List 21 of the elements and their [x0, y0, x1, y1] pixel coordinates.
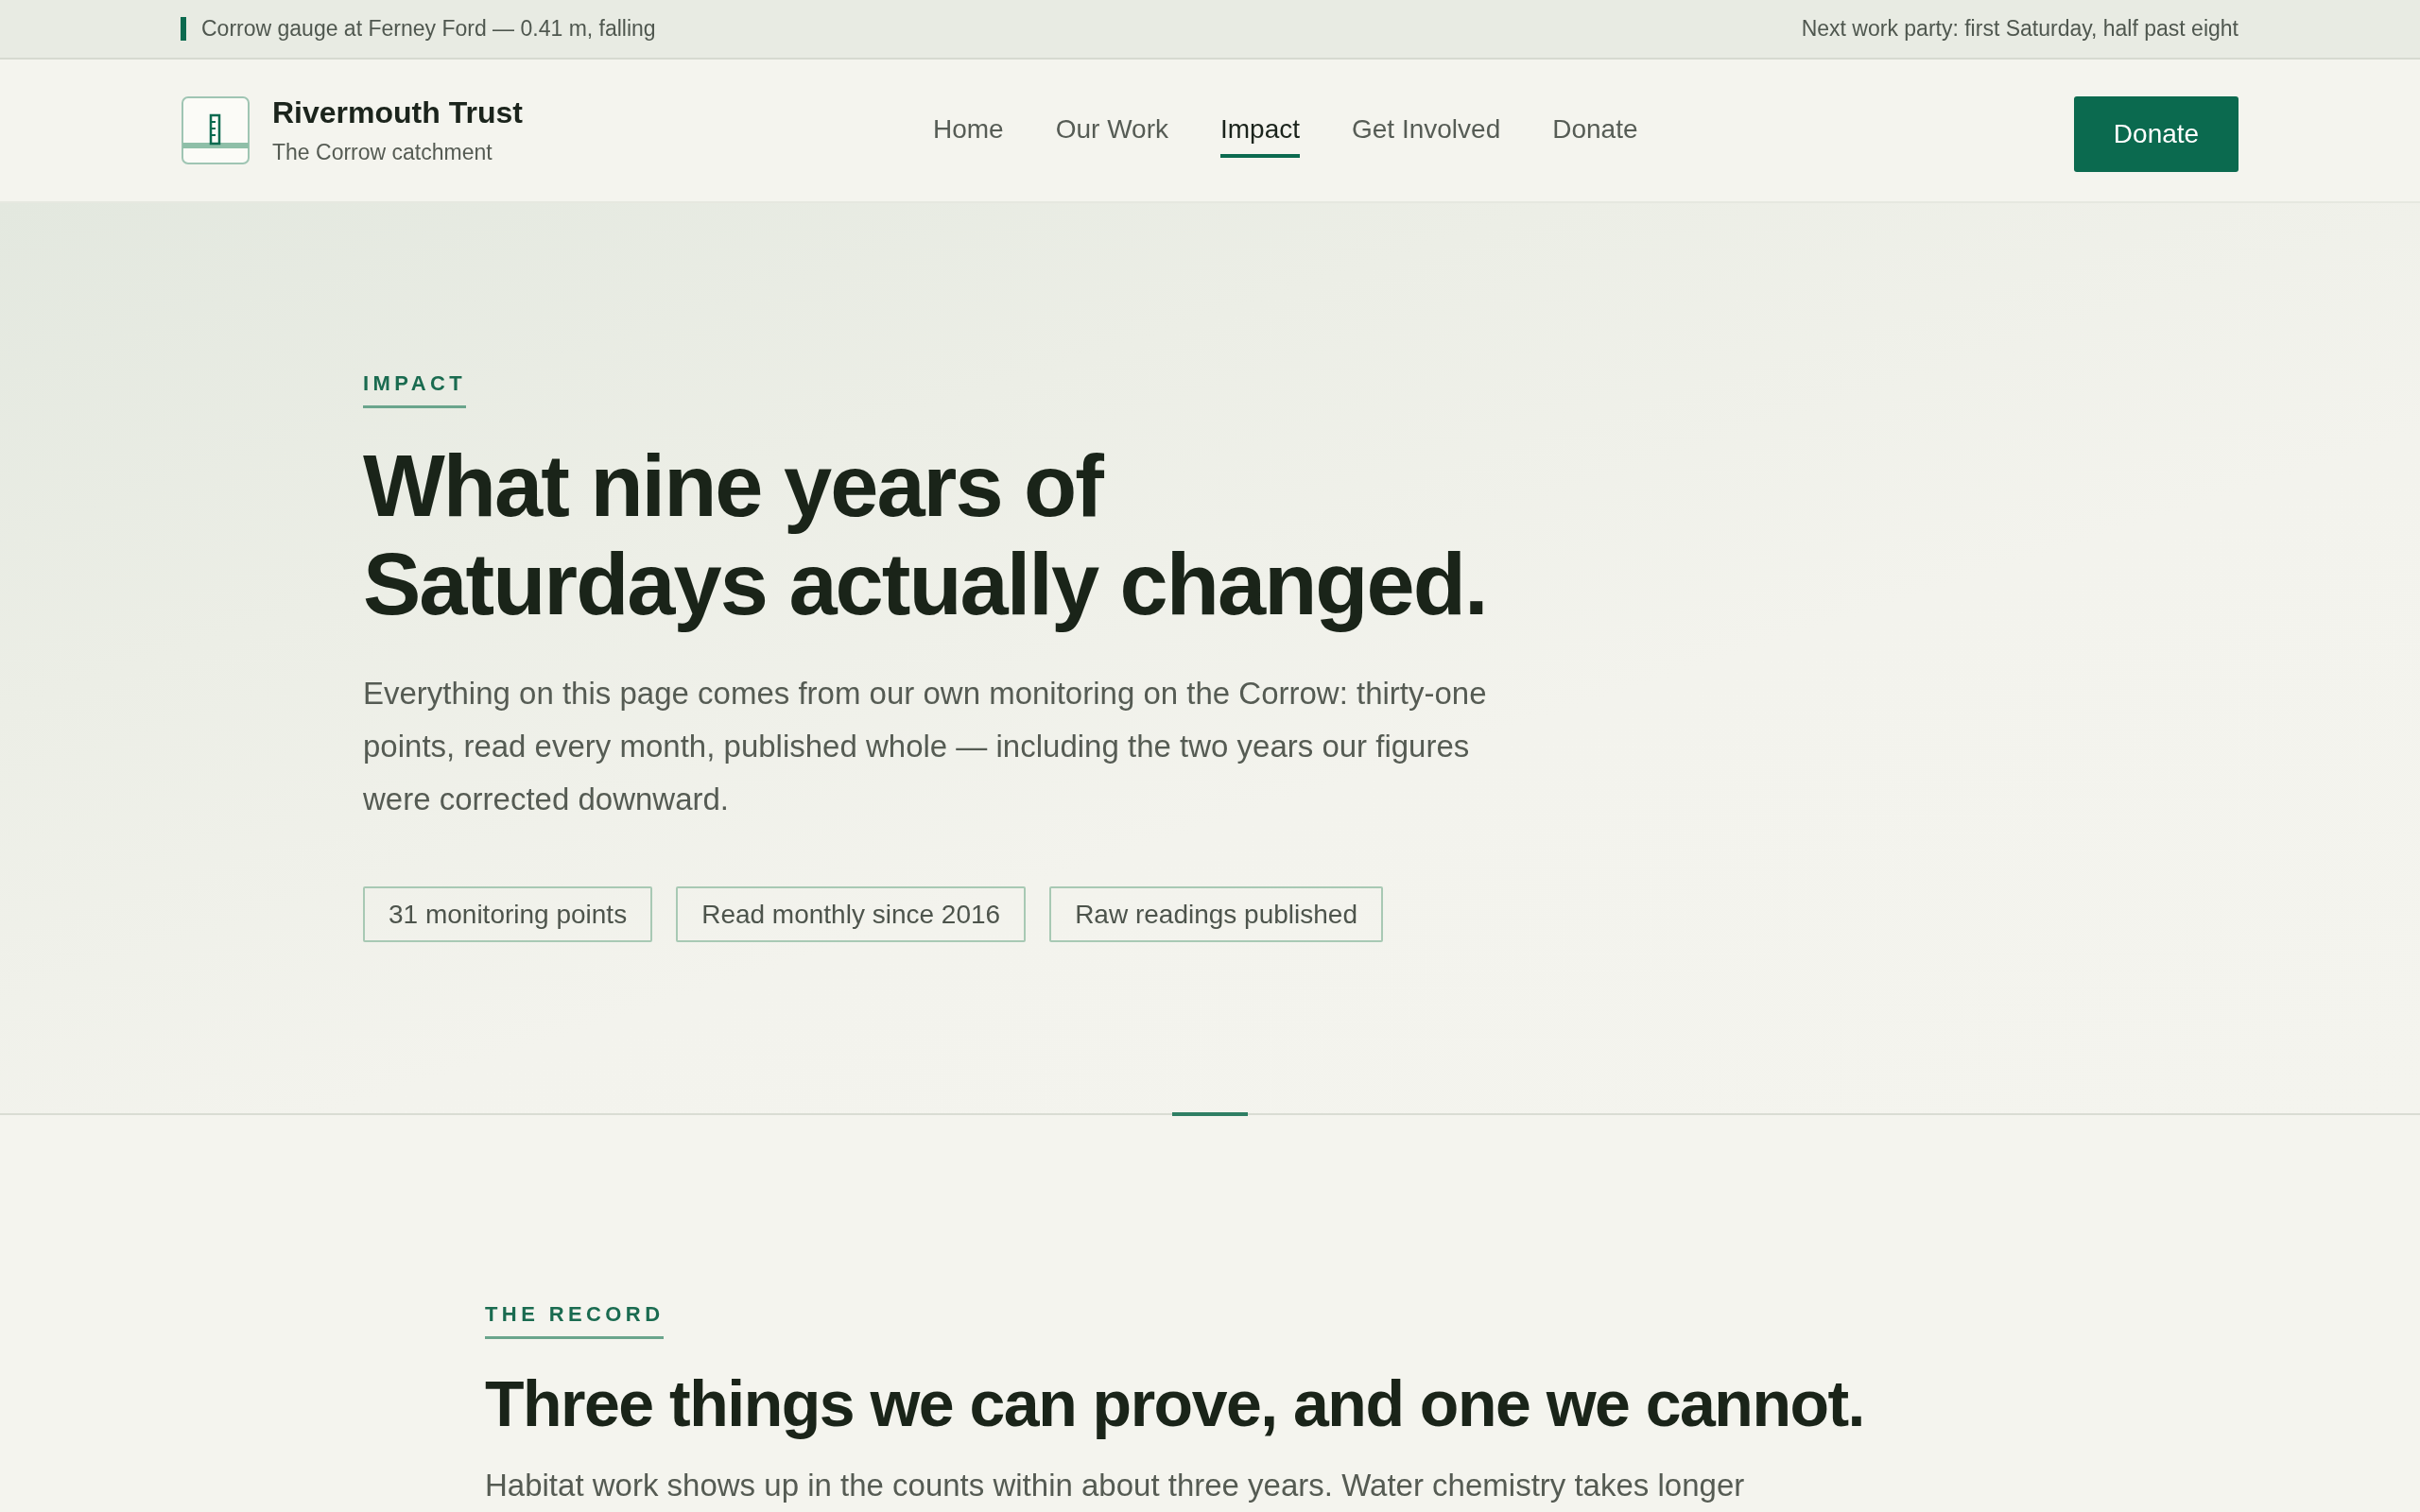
- section-intro: Habitat work shows up in the counts within about three years. Water chemistry takes longer: [485, 1467, 1745, 1504]
- nav-link[interactable]: Home: [933, 109, 1004, 158]
- brand-tagline: The Corrow catchment: [272, 140, 493, 165]
- fact-tag: Read monthly since 2016: [676, 886, 1027, 942]
- hero-heading: What nine years of Saturdays actually changed.: [363, 437, 1487, 633]
- hero-lead: Everything on this page comes from our own monitoring on the Corrow: thirty-one points, read every month, published whole — including the two years our figures were corrected downward.: [363, 675, 1488, 818]
- gauge-logo-icon: [182, 96, 250, 164]
- nav-link[interactable]: Impact: [1220, 109, 1300, 158]
- nav-link[interactable]: Get Involved: [1352, 109, 1501, 158]
- section-eyebrow: THE RECORD: [485, 1302, 665, 1339]
- brand-name: Rivermouth Trust: [272, 95, 523, 130]
- work-party-notice: Next work party: first Saturday, half past eight: [1801, 16, 2238, 42]
- section-heading: Three things we can prove, and one we cannot.: [485, 1366, 1864, 1441]
- marker-icon: [181, 17, 186, 41]
- donate-button[interactable]: Donate: [2074, 96, 2238, 172]
- fact-tag: Raw readings published: [1049, 886, 1383, 942]
- gauge-reading: Corrow gauge at Ferney Ford — 0.41 m, falling: [201, 16, 656, 42]
- fact-tag: 31 monitoring points: [363, 886, 653, 942]
- nav-link[interactable]: Our Work: [1055, 109, 1168, 158]
- nav-link[interactable]: Donate: [1552, 109, 1638, 158]
- section-eyebrow: IMPACT: [363, 371, 467, 408]
